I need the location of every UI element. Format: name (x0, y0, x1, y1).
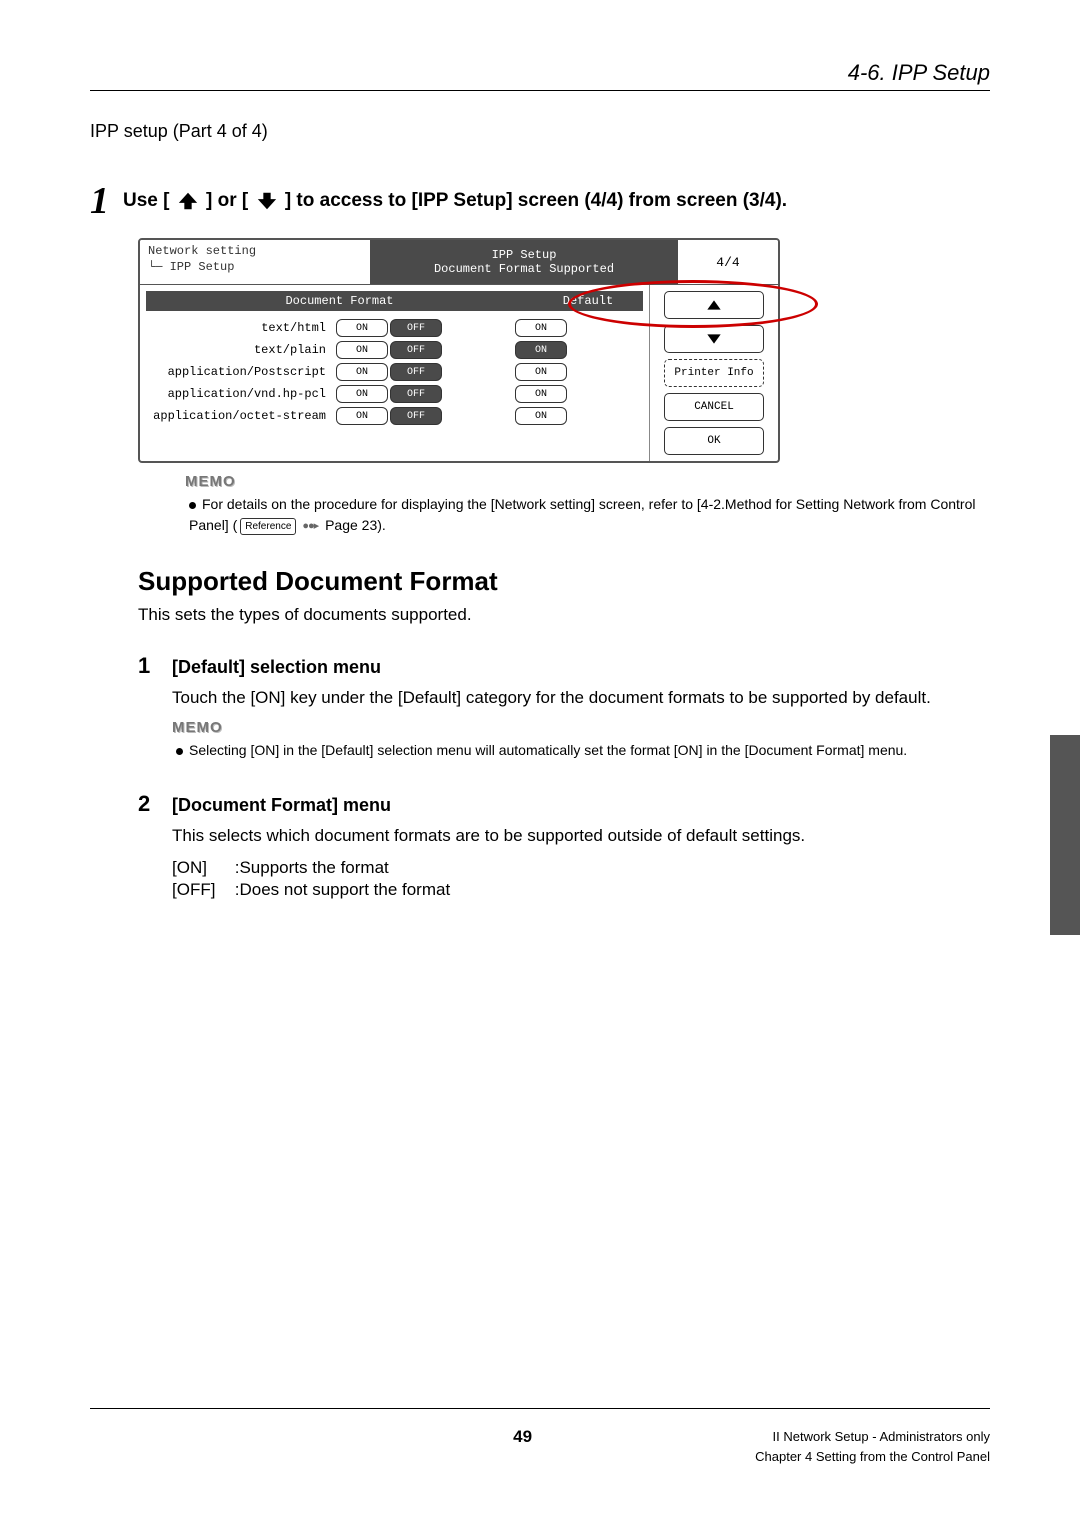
bullet-icon (176, 748, 183, 755)
off-toggle[interactable]: OFF (390, 363, 442, 381)
format-table: Document Format Default text/html ON OFF… (140, 285, 650, 461)
col-document-format: Document Format (146, 294, 533, 308)
side-panel: Printer Info CANCEL OK (650, 285, 778, 461)
reference-badge: Reference (240, 518, 296, 535)
col-default: Default (533, 294, 643, 308)
default-toggle[interactable]: ON (515, 341, 567, 359)
memo-block: MEMO Selecting [ON] in the [Default] sel… (172, 719, 990, 761)
footer-right: II Network Setup - Administrators only C… (755, 1427, 990, 1466)
ipp-setup-screenshot: Network setting └─ IPP Setup IPP Setup D… (138, 238, 780, 463)
format-label: application/vnd.hp-pcl (146, 387, 336, 401)
default-toggle[interactable]: ON (515, 363, 567, 381)
kv-value: :Supports the format (235, 858, 389, 877)
screenshot-titlebar: Network setting └─ IPP Setup IPP Setup D… (140, 240, 778, 284)
substep-1: 1 [Default] selection menu (138, 653, 990, 679)
format-label: application/Postscript (146, 365, 336, 379)
page-number: 49 (290, 1427, 755, 1447)
table-row: text/plain ON OFF ON (140, 339, 649, 361)
off-toggle[interactable]: OFF (390, 341, 442, 359)
step-instruction: Use [ ] or [ ] to access to [IPP Setup] … (123, 190, 787, 212)
breadcrumb: Network setting └─ IPP Setup (140, 240, 370, 284)
off-toggle[interactable]: OFF (390, 319, 442, 337)
on-toggle[interactable]: ON (336, 385, 388, 403)
format-label: application/octet-stream (146, 409, 336, 423)
screenshot-body: Document Format Default text/html ON OFF… (140, 284, 778, 461)
on-toggle[interactable]: ON (336, 407, 388, 425)
default-toggle[interactable]: ON (515, 407, 567, 425)
page-footer: 49 II Network Setup - Administrators onl… (90, 1408, 990, 1466)
step-number: 1 (90, 182, 109, 220)
printer-info-button[interactable]: Printer Info (664, 359, 764, 387)
default-toggle[interactable]: ON (515, 319, 567, 337)
default-toggle[interactable]: ON (515, 385, 567, 403)
section-heading: Supported Document Format (138, 566, 990, 597)
dots-arrow-icon: ●●▸ (302, 518, 318, 535)
scroll-down-button[interactable] (664, 325, 764, 353)
table-row: text/html ON OFF ON (140, 317, 649, 339)
kv-key: [OFF] (172, 880, 230, 900)
substep-title: [Default] selection menu (172, 657, 381, 678)
substep-body: Touch the [ON] key under the [Default] c… (172, 685, 990, 711)
scroll-up-button[interactable] (664, 291, 764, 319)
page-indicator: 4/4 (678, 240, 778, 284)
table-row: application/Postscript ON OFF ON (140, 361, 649, 383)
section-header: 4-6. IPP Setup (90, 60, 990, 91)
arrow-down-icon (256, 190, 278, 212)
step-1-row: 1 Use [ ] or [ ] to access to [IPP Setup… (90, 182, 990, 220)
substep-number: 1 (138, 653, 158, 679)
section-description: This sets the types of documents support… (138, 605, 990, 625)
memo-block: MEMO For details on the procedure for di… (185, 473, 990, 536)
side-tab-marker (1050, 735, 1080, 935)
substep-title: [Document Format] menu (172, 795, 391, 816)
on-toggle[interactable]: ON (336, 363, 388, 381)
arrow-up-icon (177, 190, 199, 212)
format-label: text/html (146, 321, 336, 335)
kv-line: [ON] :Supports the format (172, 858, 990, 878)
part-title: IPP setup (Part 4 of 4) (90, 121, 990, 142)
substep-number: 2 (138, 791, 158, 817)
section-header-title: 4-6. IPP Setup (848, 60, 990, 85)
dialog-title: IPP Setup Document Format Supported (370, 240, 678, 284)
memo-label: MEMO (172, 719, 990, 736)
substep-body: This selects which document formats are … (172, 823, 990, 849)
bullet-icon (189, 502, 196, 509)
off-toggle[interactable]: OFF (390, 385, 442, 403)
memo-label: MEMO (185, 473, 990, 490)
substep-2: 2 [Document Format] menu (138, 791, 990, 817)
kv-value: :Does not support the format (235, 880, 450, 899)
on-toggle[interactable]: ON (336, 319, 388, 337)
table-row: application/octet-stream ON OFF ON (140, 405, 649, 427)
table-row: application/vnd.hp-pcl ON OFF ON (140, 383, 649, 405)
format-label: text/plain (146, 343, 336, 357)
off-toggle[interactable]: OFF (390, 407, 442, 425)
on-toggle[interactable]: ON (336, 341, 388, 359)
kv-key: [ON] (172, 858, 230, 878)
table-header: Document Format Default (146, 291, 643, 311)
ok-button[interactable]: OK (664, 427, 764, 455)
cancel-button[interactable]: CANCEL (664, 393, 764, 421)
memo-text: Selecting [ON] in the [Default] selectio… (172, 740, 990, 761)
kv-line: [OFF] :Does not support the format (172, 880, 990, 900)
memo-text: For details on the procedure for display… (185, 494, 990, 536)
